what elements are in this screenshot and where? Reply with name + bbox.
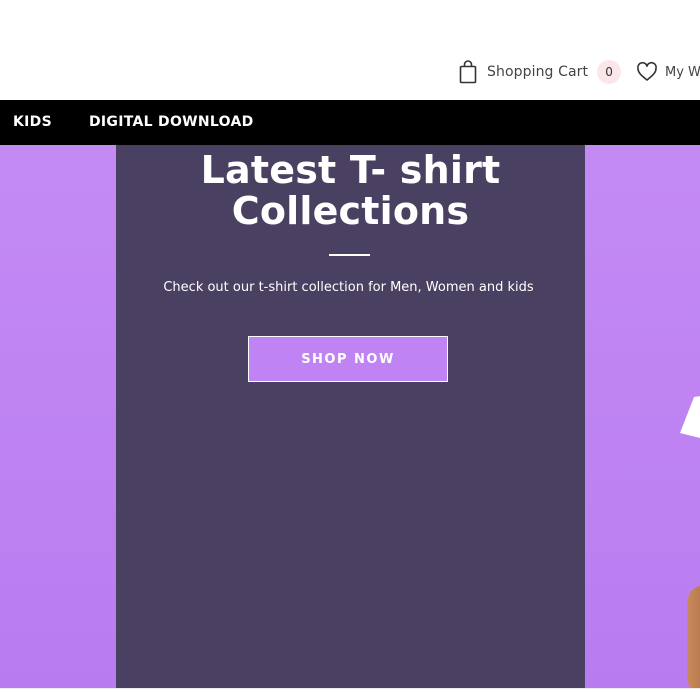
- hero-background-left: [0, 145, 116, 688]
- hero-divider: [329, 254, 370, 256]
- page-bottom-strip: [0, 688, 700, 700]
- shopping-cart-label: Shopping Cart: [487, 64, 589, 80]
- nav-item-digital-download[interactable]: DIGITAL DOWNLOAD: [89, 114, 254, 130]
- tshirt-image: [680, 393, 700, 443]
- shop-now-button[interactable]: SHOP NOW: [248, 336, 448, 382]
- cart-count-badge: 0: [597, 60, 622, 84]
- heart-icon: [636, 61, 658, 83]
- wishlist-link[interactable]: My Wi: [636, 58, 700, 86]
- main-navigation: KIDS DIGITAL DOWNLOAD: [0, 100, 700, 145]
- model-arm-image: [687, 585, 700, 688]
- wishlist-label: My Wi: [665, 64, 700, 80]
- shopping-bag-icon: [457, 60, 479, 84]
- shopping-cart-link[interactable]: Shopping Cart 0: [457, 58, 622, 86]
- top-header: Shopping Cart 0 My Wi: [0, 0, 700, 100]
- hero-subtitle: Check out our t-shirt collection for Men…: [163, 280, 534, 295]
- nav-item-kids[interactable]: KIDS: [13, 114, 52, 130]
- hero-title-line-1: Latest T- shirt: [200, 148, 501, 192]
- hero-title-line-2: Collections: [231, 189, 470, 233]
- hero-title: Latest T- shirt Collections: [116, 150, 585, 232]
